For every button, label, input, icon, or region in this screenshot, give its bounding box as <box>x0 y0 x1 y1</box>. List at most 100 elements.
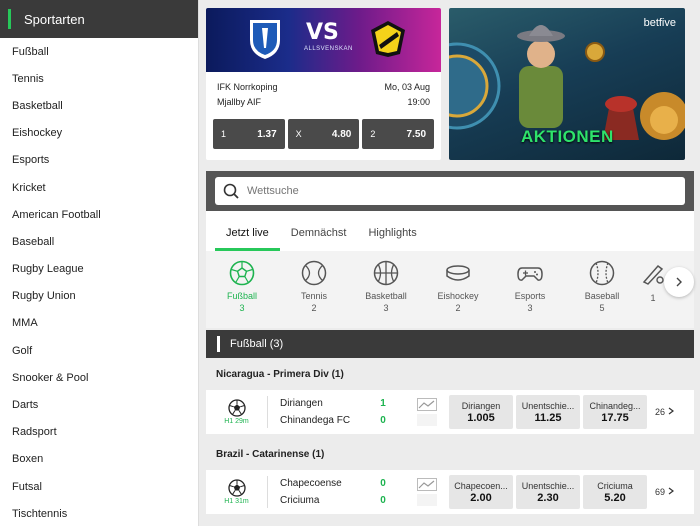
sidebar-item-eishockey[interactable]: Eishockey <box>0 120 198 147</box>
more-markets-link[interactable]: 69 <box>655 487 674 497</box>
sidebar-item-fussball[interactable]: Fußball <box>0 38 198 65</box>
sidebar-item-snooker-pool[interactable]: Snooker & Pool <box>0 364 198 391</box>
league-header[interactable]: Brazil - Catarinense (1) <box>206 438 694 470</box>
sidebar-item-rugby-league[interactable]: Rugby League <box>0 256 198 283</box>
sports-strip: Fußball 3 Tennis 2 Basketball 3 Eishocke… <box>206 251 694 328</box>
event-row[interactable]: H1 31m Chapecoense Criciuma 0 0 Chapecoe… <box>206 470 694 514</box>
stats-chart-icon <box>417 398 437 411</box>
sports-sidebar: Sportarten Fußball Tennis Basketball Eis… <box>0 0 199 526</box>
odd-value: 2.30 <box>537 491 559 504</box>
odd-button-home[interactable]: Chapecoen... 2.00 <box>449 475 513 509</box>
event-score: 0 0 <box>376 475 390 509</box>
strip-next-button[interactable] <box>664 267 694 297</box>
sport-fussball[interactable]: Fußball 3 <box>206 251 278 328</box>
sidebar-item-boxen[interactable]: Boxen <box>0 446 198 473</box>
sidebar-item-futsal[interactable]: Futsal <box>0 473 198 500</box>
odd-label: Criciuma <box>597 480 633 491</box>
event-time: H1 29m <box>206 396 268 428</box>
odd-button-draw[interactable]: X 4.80 <box>287 119 360 149</box>
sidebar-item-basketball[interactable]: Basketball <box>0 92 198 119</box>
stats-button[interactable] <box>414 398 440 426</box>
sport-esports[interactable]: Esports 3 <box>494 251 566 328</box>
home-team: IFK Norrkoping <box>217 82 278 92</box>
sport-eishockey[interactable]: Eishockey 2 <box>422 251 494 328</box>
sidebar-title-label: Sportarten <box>24 11 85 27</box>
odd-value: 1.37 <box>257 128 277 140</box>
sport-name: Fußball <box>226 291 257 301</box>
search-icon <box>223 183 239 199</box>
odd-button-home[interactable]: 1 1.37 <box>213 119 285 149</box>
sport-count: 5 <box>599 303 605 313</box>
event-row[interactable]: H1 29m Diriangen Chinandega FC 1 0 Diria… <box>206 390 694 434</box>
event-teams: Chapecoense Criciuma <box>268 475 376 509</box>
sidebar-item-radsport[interactable]: Radsport <box>0 419 198 446</box>
chevron-right-icon <box>676 277 682 287</box>
sidebar-item-american-football[interactable]: American Football <box>0 201 198 228</box>
event-clock: H1 29m <box>224 418 249 425</box>
sidebar-item-golf[interactable]: Golf <box>0 337 198 364</box>
sidebar-item-esports[interactable]: Esports <box>0 147 198 174</box>
search-input[interactable] <box>247 185 647 197</box>
odd-button-home[interactable]: Diriangen 1.005 <box>449 395 513 429</box>
odd-button-away[interactable]: Criciuma 5.20 <box>583 475 647 509</box>
odd-button-away[interactable]: 2 7.50 <box>362 119 435 149</box>
baseball-icon <box>589 260 615 286</box>
match-banner: VS ALLSVENSKAN <box>206 8 441 72</box>
stats-placeholder <box>417 414 437 426</box>
odd-label: Unentschie... <box>521 400 575 411</box>
sport-count: 1 <box>650 293 656 303</box>
gamepad-icon <box>517 267 543 281</box>
sidebar-item-tischtennis[interactable]: Tischtennis <box>0 500 198 526</box>
home-team: Diriangen <box>280 398 323 409</box>
match-time: 19:00 <box>407 97 430 107</box>
odd-label: Chinandeg... <box>589 400 641 411</box>
chevron-right-icon <box>668 407 674 415</box>
away-score: 0 <box>380 495 386 506</box>
football-icon <box>227 399 246 417</box>
odd-button-away[interactable]: Chinandeg... 17.75 <box>583 395 647 429</box>
match-info: IFK Norrkoping Mo, 03 Aug Mjallby AIF 19… <box>206 72 441 107</box>
tab-demnaechst[interactable]: Demnächst <box>280 227 358 251</box>
sport-basketball[interactable]: Basketball 3 <box>350 251 422 328</box>
odd-label: X <box>295 129 302 139</box>
match-date: Mo, 03 Aug <box>384 82 430 92</box>
sport-baseball[interactable]: Baseball 5 <box>566 251 638 328</box>
section-count: (3) <box>269 338 284 350</box>
cricket-icon <box>642 264 664 285</box>
sidebar-item-darts[interactable]: Darts <box>0 391 198 418</box>
sport-name: Eishockey <box>437 291 479 301</box>
sidebar-item-baseball[interactable]: Baseball <box>0 228 198 255</box>
sport-name: Baseball <box>584 291 620 301</box>
event-time: H1 31m <box>206 476 268 508</box>
tab-highlights[interactable]: Highlights <box>357 227 427 251</box>
sidebar-item-mma[interactable]: MMA <box>0 310 198 337</box>
section-header-fussball[interactable]: Fußball (3) <box>206 330 694 358</box>
more-markets-link[interactable]: 26 <box>655 407 674 417</box>
league-header[interactable]: Nicaragua - Primera Div (1) <box>206 358 694 390</box>
main-content: Jetzt live Demnächst Highlights Fußball … <box>206 171 694 514</box>
sidebar-item-tennis[interactable]: Tennis <box>0 65 198 92</box>
sidebar-list: Fußball Tennis Basketball Eishockey Espo… <box>0 38 198 526</box>
tennis-icon <box>301 260 327 286</box>
event-score: 1 0 <box>376 395 390 429</box>
stats-button[interactable] <box>414 478 440 506</box>
sidebar-item-kricket[interactable]: Kricket <box>0 174 198 201</box>
more-markets-count: 26 <box>655 407 666 417</box>
sport-cricket[interactable]: 1 <box>638 251 668 328</box>
odd-value: 4.80 <box>331 128 352 140</box>
odd-button-draw[interactable]: Unentschie... 2.30 <box>516 475 580 509</box>
search-box[interactable] <box>215 177 685 205</box>
odd-button-draw[interactable]: Unentschie... 11.25 <box>516 395 580 429</box>
promo-title: AKTIONEN <box>521 127 614 146</box>
section-title: Fußball <box>230 338 267 350</box>
tab-jetzt-live[interactable]: Jetzt live <box>215 227 280 251</box>
odd-value: 17.75 <box>601 411 629 424</box>
more-markets-count: 69 <box>655 487 666 497</box>
featured-match-card[interactable]: VS ALLSVENSKAN IFK Norrkoping Mo, 03 Aug… <box>206 8 441 160</box>
odd-value: 2.00 <box>470 491 492 504</box>
sidebar-item-rugby-union[interactable]: Rugby Union <box>0 283 198 310</box>
sport-count: 2 <box>455 303 461 313</box>
football-icon <box>229 260 255 286</box>
promo-banner[interactable]: betfive AKTIONEN <box>449 8 685 160</box>
sport-tennis[interactable]: Tennis 2 <box>278 251 350 328</box>
